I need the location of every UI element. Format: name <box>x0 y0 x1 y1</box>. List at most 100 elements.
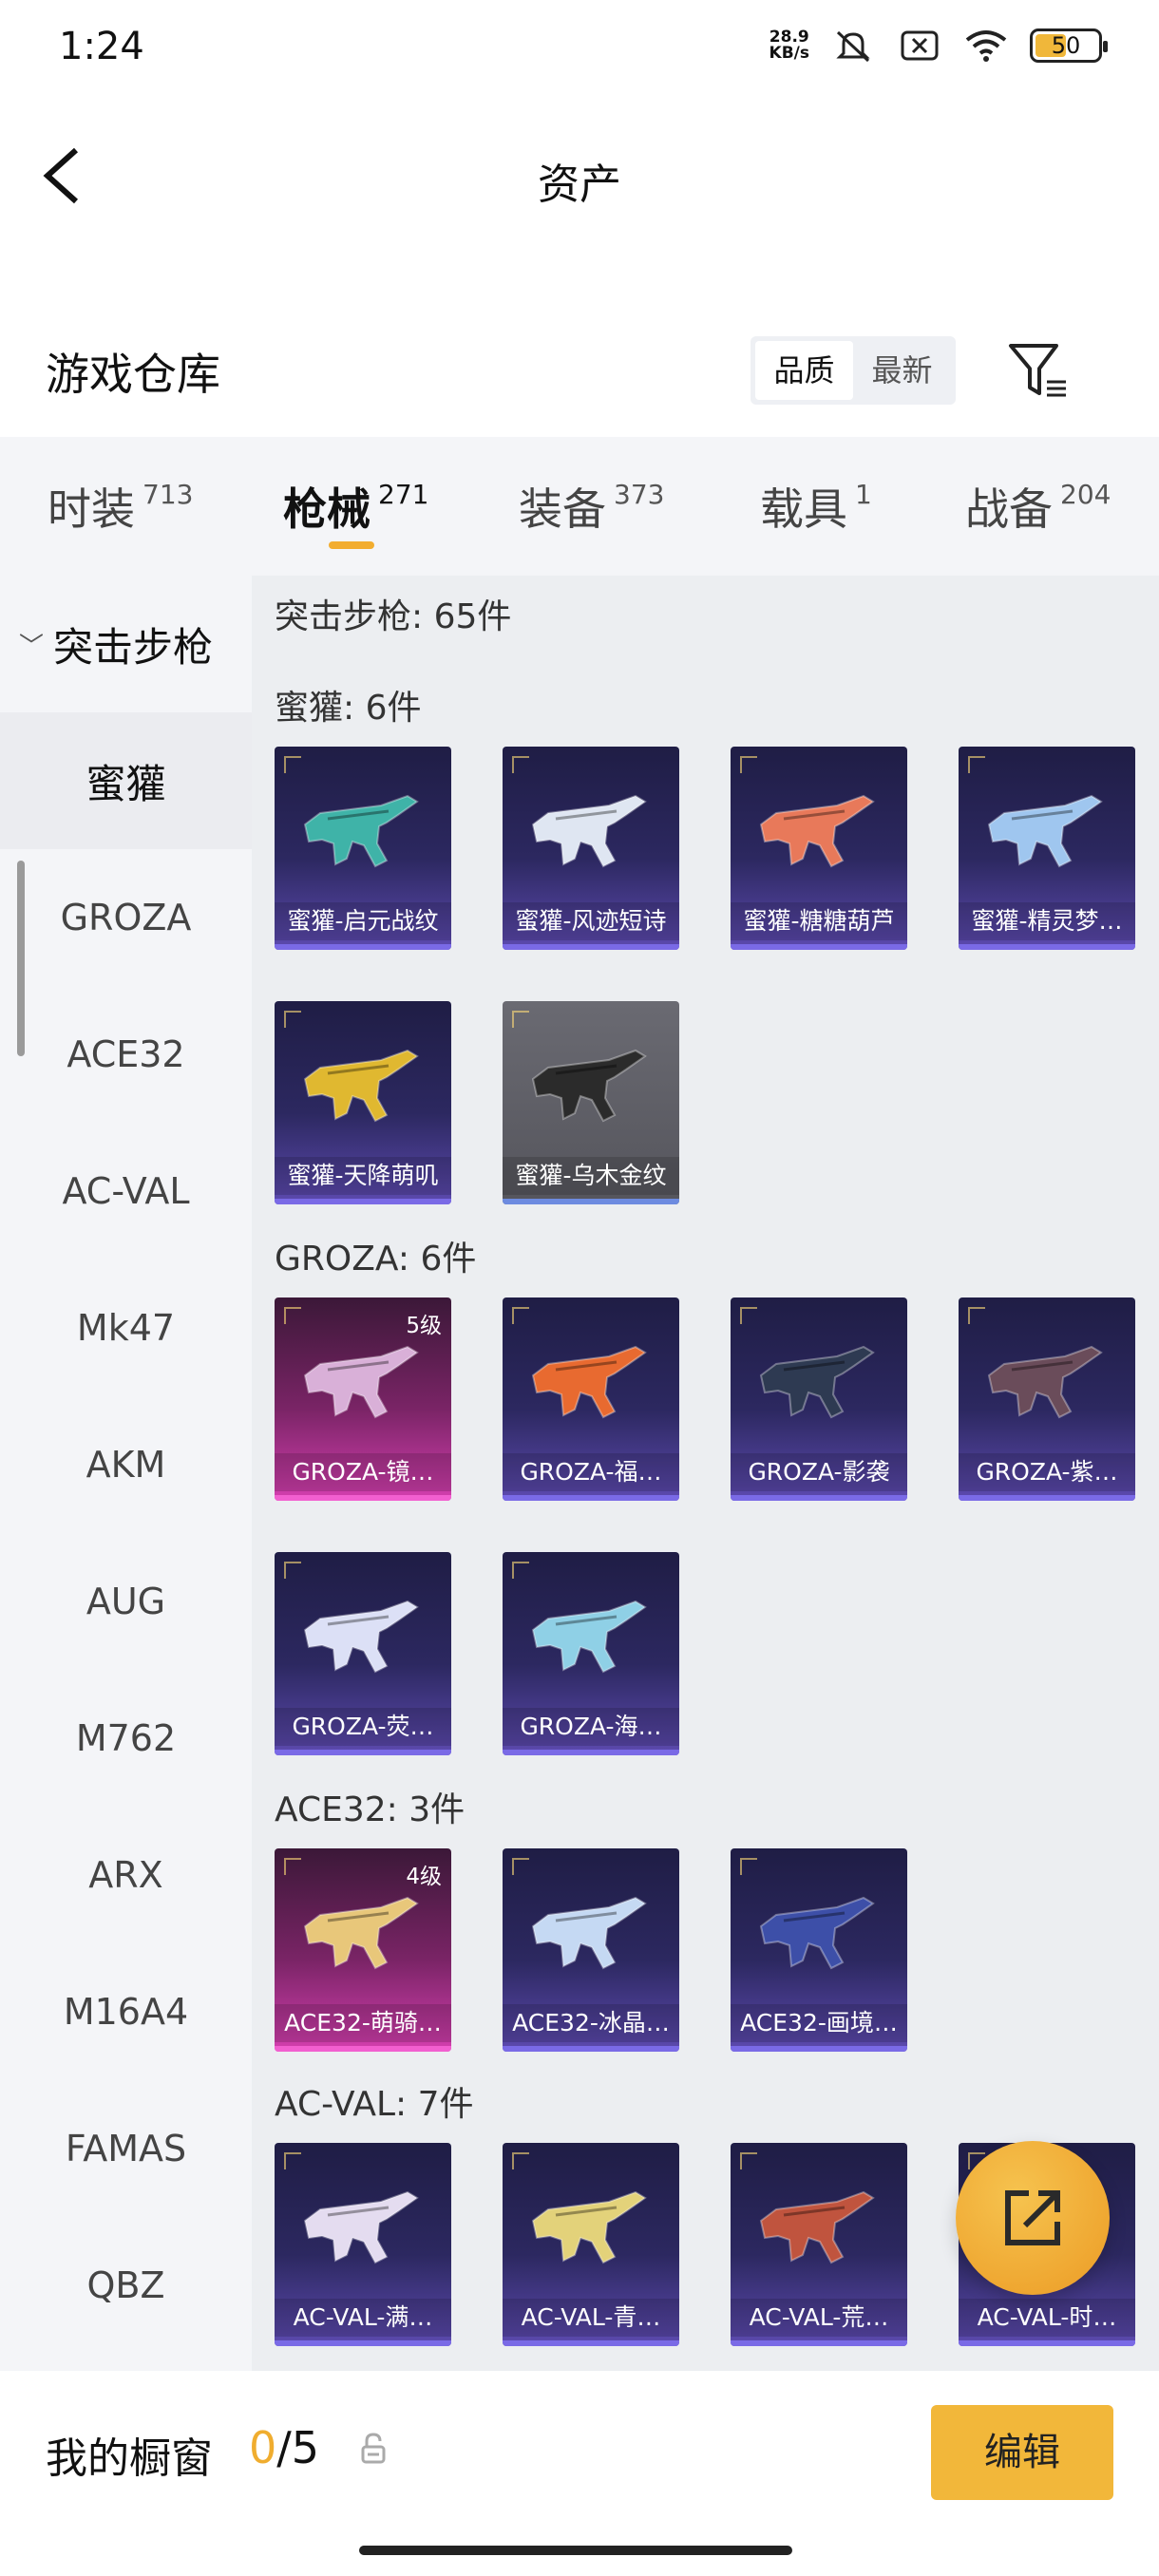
item-card[interactable]: 蜜獾-天降萌叽 <box>275 1001 451 1204</box>
card-name: GROZA-影袭 <box>731 1453 907 1491</box>
sim-off-icon <box>901 30 939 61</box>
card-rarity-bar <box>503 1199 679 1204</box>
lock-icon <box>361 2433 386 2464</box>
tab-vehicles[interactable]: 载具 1 <box>760 475 872 538</box>
item-card[interactable]: GROZA-福… <box>503 1297 679 1501</box>
card-corner-decoration <box>512 1562 529 1579</box>
card-corner-decoration <box>284 1562 301 1579</box>
sidebar-item-mk47[interactable]: Mk47 <box>0 1260 252 1396</box>
showcase-current: 0 <box>249 2422 277 2473</box>
tab-firearms[interactable]: 枪械 271 <box>283 475 428 538</box>
item-card[interactable]: AC-VAL-满… <box>275 2143 451 2346</box>
card-level-badge: 5级 <box>406 1314 442 1338</box>
card-rarity-bar <box>275 944 451 950</box>
network-speed-unit: KB/s <box>769 44 809 63</box>
sidebar-item-honey-badger[interactable]: 蜜獾 <box>0 712 252 849</box>
rifle-icon <box>303 1896 419 1970</box>
card-corner-decoration <box>284 1858 301 1875</box>
card-corner-decoration <box>512 756 529 773</box>
card-name: AC-VAL-满… <box>275 2299 451 2337</box>
card-rarity-bar <box>731 944 907 950</box>
item-card[interactable]: ACE32-画境… <box>731 1848 907 2052</box>
tab-supplies[interactable]: 战备 204 <box>965 475 1111 538</box>
item-card[interactable]: AC-VAL-荒… <box>731 2143 907 2346</box>
status-icons: 28.9 KB/s 50 <box>769 27 1108 65</box>
card-rarity-bar <box>503 1495 679 1501</box>
item-grid: 突击步枪: 65件 蜜獾: 6件 蜜獾-启元战纹 蜜獾-风迹短诗 蜜獾-糖糖葫芦 蜜獾-… <box>252 576 1159 2371</box>
battery-icon: 50 <box>1030 28 1108 63</box>
sidebar-group-assault-rifles[interactable]: ﹀ 突击步枪 <box>0 576 252 712</box>
card-corner-decoration <box>740 756 757 773</box>
item-card[interactable]: GROZA-紫… <box>959 1297 1135 1501</box>
sort-latest[interactable]: 最新 <box>853 341 951 400</box>
sort-toggle: 品质 最新 <box>750 336 956 405</box>
sidebar-item-arx[interactable]: ARX <box>0 1807 252 1943</box>
showcase-max: 5 <box>291 2422 320 2473</box>
card-corner-decoration <box>512 1858 529 1875</box>
item-card[interactable]: GROZA-海… <box>503 1552 679 1755</box>
card-name: GROZA-镜… <box>275 1453 451 1491</box>
sidebar-item-m762[interactable]: M762 <box>0 1670 252 1807</box>
item-card[interactable]: GROZA-影袭 <box>731 1297 907 1501</box>
sidebar-item-akm[interactable]: AKM <box>0 1396 252 1533</box>
card-name: 蜜獾-天降萌叽 <box>275 1157 451 1195</box>
rifle-icon <box>759 794 875 868</box>
sidebar-item-aug[interactable]: AUG <box>0 1533 252 1670</box>
card-corner-decoration <box>284 1011 301 1028</box>
sidebar-item-qbz[interactable]: QBZ <box>0 2217 252 2354</box>
item-card[interactable]: 蜜獾-风迹短诗 <box>503 747 679 950</box>
home-indicator[interactable] <box>359 2546 792 2555</box>
card-name: 蜜獾-精灵梦… <box>959 902 1135 940</box>
sidebar-item-ace32[interactable]: ACE32 <box>0 986 252 1123</box>
showcase-count: 0/5 <box>249 2422 319 2473</box>
item-card[interactable]: 蜜獾-精灵梦… <box>959 747 1135 950</box>
tab-label: 装备 <box>519 483 606 535</box>
showcase-bar: 我的橱窗 0/5 编辑 <box>0 2371 1159 2576</box>
card-name: GROZA-荧… <box>275 1708 451 1746</box>
showcase-label: 我的橱窗 <box>46 2434 213 2483</box>
item-card[interactable]: 蜜獾-乌木金纹 <box>503 1001 679 1204</box>
rifle-icon <box>303 794 419 868</box>
wifi-icon <box>965 30 1007 62</box>
chevron-down-icon: ﹀ <box>19 632 45 661</box>
sort-quality[interactable]: 品质 <box>755 341 853 400</box>
card-corner-decoration <box>740 1858 757 1875</box>
tab-count: 373 <box>614 479 665 510</box>
rifle-icon <box>531 794 647 868</box>
share-button[interactable] <box>956 2141 1110 2295</box>
status-bar: 1:24 28.9 KB/s 50 <box>0 0 1159 100</box>
sidebar-item-m16a4[interactable]: M16A4 <box>0 1943 252 2080</box>
item-card[interactable]: AC-VAL-青… <box>503 2143 679 2346</box>
item-card[interactable]: 4级 ACE32-萌骑… <box>275 1848 451 2052</box>
card-corner-decoration <box>284 2152 301 2169</box>
filter-icon[interactable] <box>1007 340 1070 403</box>
total-count-label: 突击步枪: 65件 <box>275 597 512 636</box>
item-card[interactable]: 蜜獾-糖糖葫芦 <box>731 747 907 950</box>
tab-count: 204 <box>1060 479 1112 510</box>
weapon-type-sidebar: ﹀ 突击步枪 蜜獾 GROZA ACE32 AC-VAL Mk47 AKM AU… <box>0 576 252 2371</box>
card-rarity-bar <box>275 2340 451 2346</box>
rifle-icon <box>531 2190 647 2264</box>
section-label: ACE32: 3件 <box>275 1790 466 1829</box>
sidebar-scrollbar[interactable] <box>17 861 25 1056</box>
card-name: 蜜獾-糖糖葫芦 <box>731 902 907 940</box>
item-card[interactable]: 蜜獾-启元战纹 <box>275 747 451 950</box>
tab-count: 271 <box>378 479 429 510</box>
card-rarity-bar <box>503 1750 679 1755</box>
rifle-icon <box>987 1345 1103 1419</box>
warehouse-header: 游戏仓库 品质 最新 <box>0 313 1159 437</box>
edit-button[interactable]: 编辑 <box>931 2405 1113 2500</box>
mute-icon <box>836 30 870 63</box>
item-card[interactable]: ACE32-冰晶… <box>503 1848 679 2052</box>
card-rarity-bar <box>503 2340 679 2346</box>
sidebar-item-famas[interactable]: FAMAS <box>0 2080 252 2217</box>
tab-fashion[interactable]: 时装 713 <box>48 475 193 538</box>
tab-equipment[interactable]: 装备 373 <box>519 475 664 538</box>
sidebar-item-groza[interactable]: GROZA <box>0 849 252 986</box>
sidebar-item-ac-val[interactable]: AC-VAL <box>0 1123 252 1260</box>
tab-count: 713 <box>142 479 194 510</box>
section-label: 蜜獾: 6件 <box>275 689 422 728</box>
item-card[interactable]: GROZA-荧… <box>275 1552 451 1755</box>
item-card[interactable]: 5级 GROZA-镜… <box>275 1297 451 1501</box>
card-rarity-bar <box>503 944 679 950</box>
